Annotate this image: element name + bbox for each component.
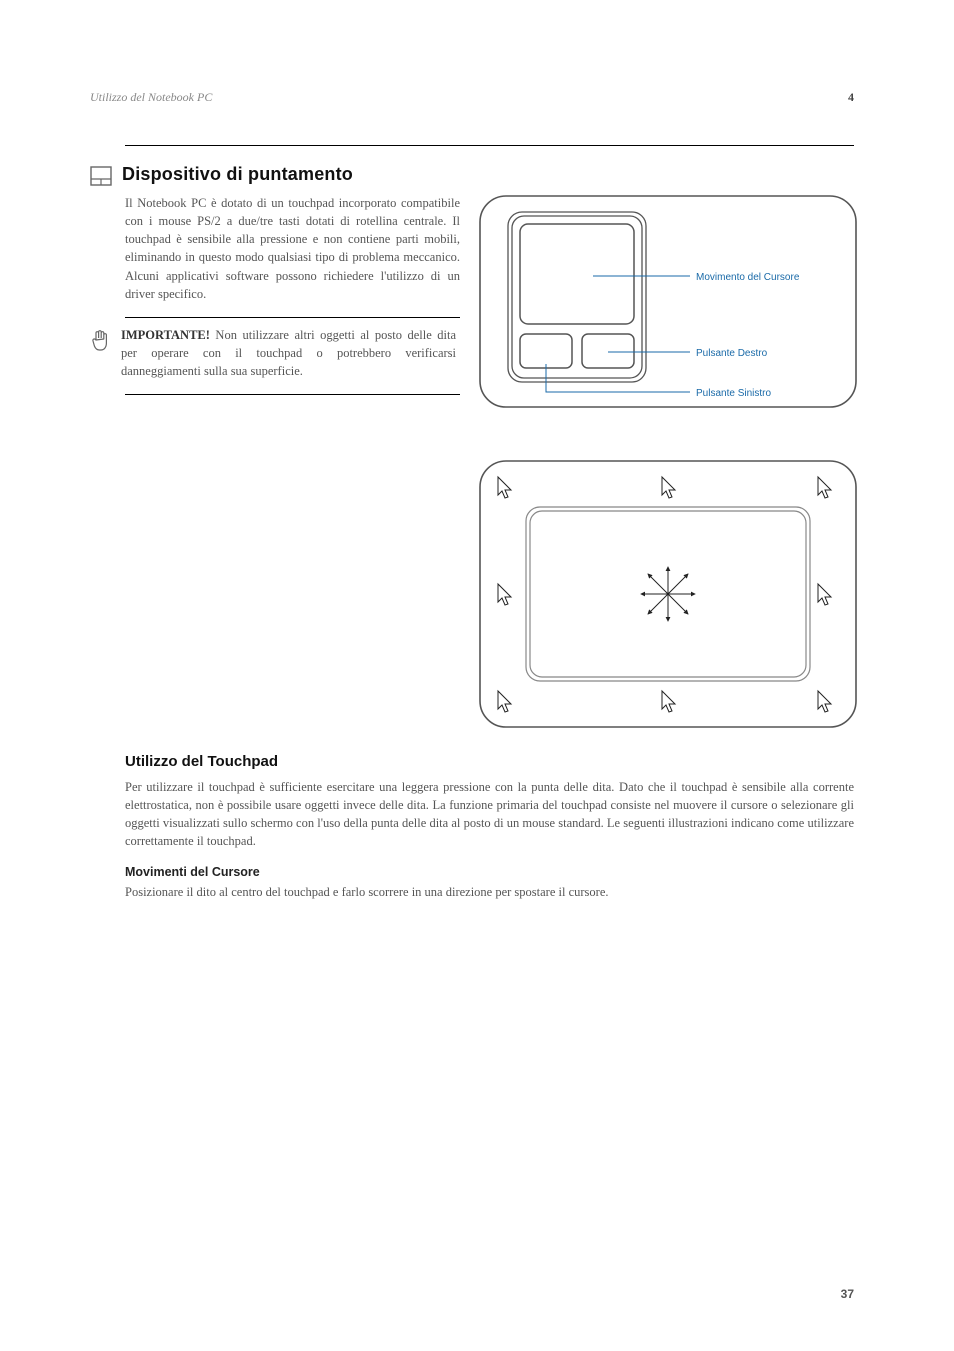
section-intro: Il Notebook PC è dotato di un touchpad i… (125, 194, 460, 303)
move-heading: Movimenti del Cursore (125, 865, 854, 879)
important-label: IMPORTANTE! (121, 328, 210, 342)
caution-hand-icon (89, 328, 111, 358)
header-chapter-number: 4 (848, 90, 854, 105)
page-number: 37 (841, 1287, 854, 1301)
figure-cursor-movement (478, 459, 858, 729)
fig1-label-left: Pulsante Sinistro (696, 388, 771, 399)
header-left: Utilizzo del Notebook PC (90, 90, 212, 105)
note-rule-top (125, 317, 460, 318)
move-body: Posizionare il dito al centro del touchp… (125, 883, 854, 901)
usage-body: Per utilizzare il touchpad è sufficiente… (125, 778, 854, 851)
page-header: Utilizzo del Notebook PC 4 (90, 90, 854, 105)
section-title: Dispositivo di puntamento (122, 164, 854, 185)
figure-touchpad-parts: Movimento del Cursore Pulsante Destro Pu… (478, 194, 858, 409)
header-rule (125, 145, 854, 146)
important-note: IMPORTANTE! Non utilizzare altri oggetti… (121, 326, 456, 380)
touchpad-icon (90, 166, 112, 186)
fig1-label-movement: Movimento del Cursore (696, 272, 800, 283)
note-rule-bottom (125, 394, 460, 395)
fig1-label-right: Pulsante Destro (696, 348, 768, 359)
usage-heading: Utilizzo del Touchpad (125, 753, 854, 770)
